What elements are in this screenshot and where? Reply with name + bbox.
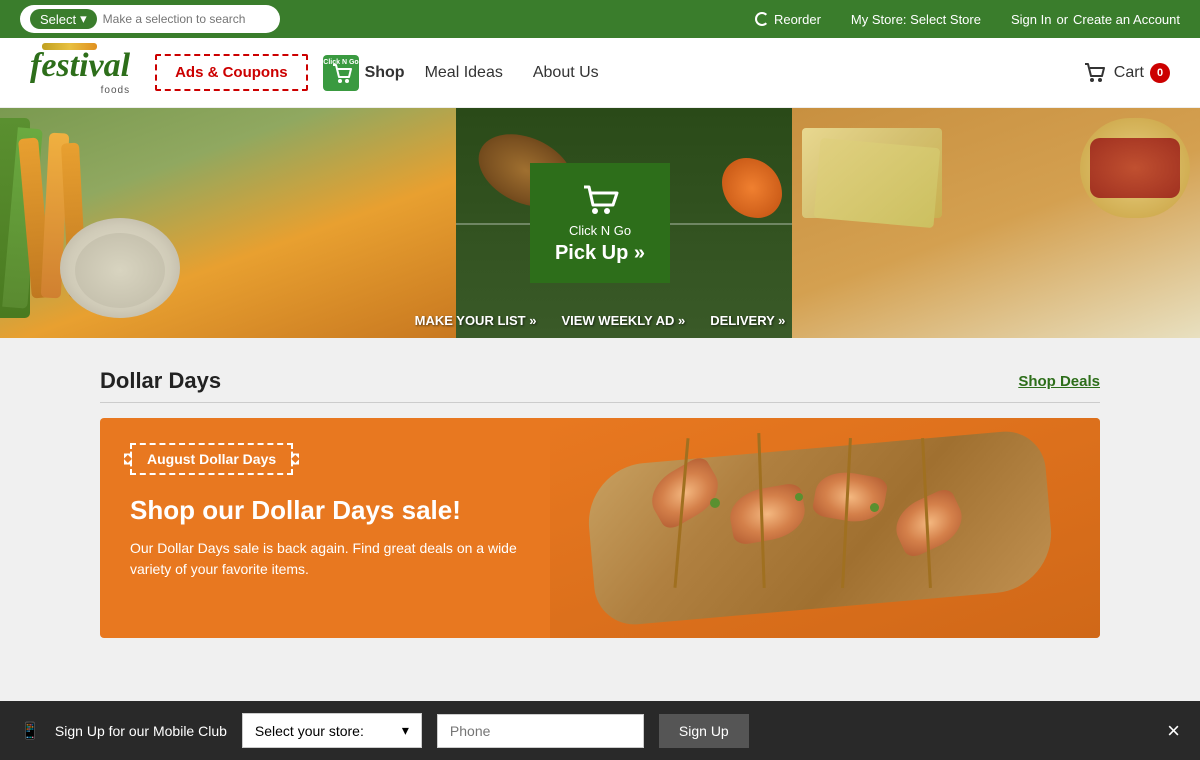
- create-account-label: Create an Account: [1073, 12, 1180, 27]
- store-select-wrapper: Select ▾: [20, 5, 280, 33]
- logo: festival foods: [30, 49, 130, 96]
- mobile-icon: 📱: [20, 721, 40, 741]
- top-bar-links: Reorder My Store: Select Store Sign In o…: [755, 12, 1180, 27]
- my-store-link[interactable]: My Store: Select Store: [851, 12, 981, 27]
- banner-heading: Shop our Dollar Days sale!: [130, 495, 520, 526]
- main-content: Dollar Days Shop Deals August Dollar Day…: [0, 338, 1200, 658]
- dropdown-chevron-icon: ▾: [402, 722, 409, 739]
- signup-submit-button[interactable]: Sign Up: [659, 714, 749, 748]
- hero-bottom-links: MAKE YOUR LIST » VIEW WEEKLY AD » DELIVE…: [415, 313, 786, 328]
- signin-link[interactable]: Sign In or Create an Account: [1011, 12, 1180, 27]
- view-weekly-ad-link[interactable]: VIEW WEEKLY AD »: [561, 313, 685, 328]
- reorder-icon: [755, 12, 769, 26]
- clickngo-label: Click N Go: [552, 223, 648, 238]
- logo-sub: foods: [30, 85, 130, 96]
- dollar-days-header: Dollar Days Shop Deals: [100, 358, 1100, 394]
- hero-left-segment: [0, 108, 456, 338]
- select-chevron-icon: ▾: [80, 11, 87, 27]
- clickngo-cart-icon: [579, 181, 621, 219]
- cart-label: Cart: [1114, 64, 1144, 82]
- search-input[interactable]: [103, 12, 270, 26]
- pickup-label: Pick Up »: [552, 242, 648, 265]
- ads-coupons-button[interactable]: Ads & Coupons: [155, 54, 308, 91]
- phone-input[interactable]: [437, 714, 644, 748]
- section-divider: [100, 402, 1100, 403]
- mobile-signup-bar: 📱 Sign Up for our Mobile Club Select you…: [0, 701, 1200, 760]
- my-store-label: My Store: Select Store: [851, 12, 981, 27]
- banner-text: Our Dollar Days sale is back again. Find…: [130, 538, 520, 580]
- delivery-link[interactable]: DELIVERY »: [710, 313, 785, 328]
- reorder-label: Reorder: [774, 12, 821, 27]
- select-button[interactable]: Select ▾: [30, 9, 97, 29]
- banner-right: [550, 418, 1100, 638]
- dollar-days-title: Dollar Days: [100, 368, 221, 394]
- shop-deals-link[interactable]: Shop Deals: [1018, 373, 1100, 390]
- banner-left: August Dollar Days Shop our Dollar Days …: [100, 418, 550, 638]
- cart-icon: [1082, 60, 1108, 86]
- close-signup-button[interactable]: ×: [1167, 718, 1180, 744]
- nav-bar: festival foods Ads & Coupons Click N Go …: [0, 38, 1200, 108]
- select-label: Select: [40, 12, 76, 27]
- about-us-link[interactable]: About Us: [533, 64, 599, 82]
- meal-ideas-link[interactable]: Meal Ideas: [425, 64, 503, 82]
- make-list-link[interactable]: MAKE YOUR LIST »: [415, 313, 537, 328]
- signup-label: Sign Up for our Mobile Club: [55, 723, 227, 739]
- signin-label: Sign In: [1011, 12, 1051, 27]
- hero-right-segment: [792, 108, 1200, 338]
- cart-button[interactable]: Cart 0: [1082, 60, 1170, 86]
- clickngo-box[interactable]: Click N Go Pick Up »: [530, 163, 670, 283]
- shop-link[interactable]: Click N Go Shop: [323, 55, 405, 91]
- top-bar: Select ▾ Reorder My Store: Select Store …: [0, 0, 1200, 38]
- shop-label: Shop: [365, 64, 405, 82]
- svg-text:Click N Go: Click N Go: [323, 59, 358, 66]
- shop-cart-icon: Click N Go: [323, 55, 359, 91]
- hero-banner: Click N Go Pick Up » MAKE YOUR LIST » VI…: [0, 108, 1200, 338]
- or-label: or: [1056, 12, 1068, 27]
- store-select-dropdown[interactable]: Select your store: ▾: [242, 713, 422, 748]
- cart-count: 0: [1150, 63, 1170, 83]
- reorder-link[interactable]: Reorder: [755, 12, 821, 27]
- logo-name: festival: [30, 49, 130, 83]
- august-badge[interactable]: August Dollar Days: [130, 443, 293, 475]
- dollar-days-banner: August Dollar Days Shop our Dollar Days …: [100, 418, 1100, 638]
